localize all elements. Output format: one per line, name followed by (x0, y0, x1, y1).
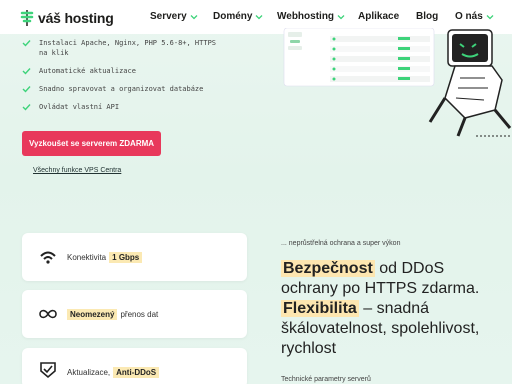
chevron-down-icon (255, 14, 263, 19)
nav-aplikace[interactable]: Aplikace (358, 11, 399, 22)
feature-item: Instalaci Apache, Nginx, PHP 5.6-8+, HTT… (22, 38, 216, 48)
check-icon (22, 40, 31, 47)
tech-params-heading: Technické parametry serverů (281, 376, 371, 383)
feature-text: Snadno spravovat a organizovat databáze (39, 85, 204, 93)
feature-card-transfer: Neomezený přenos dat (22, 290, 247, 338)
feature-item: Snadno spravovat a organizovat databáze (22, 84, 203, 94)
logo[interactable]: váš hosting (20, 9, 114, 27)
chevron-down-icon (337, 14, 345, 19)
nav-servery[interactable]: Servery (150, 11, 198, 22)
card-text: Aktualizace, Anti-DDoS (67, 367, 162, 378)
nav-label: Webhosting (277, 11, 335, 22)
feature-item: Ovládat vlastní API (22, 102, 119, 112)
feature-text: Automatické aktualizace (39, 67, 136, 75)
card-text: Konektivita 1 Gbps (67, 251, 145, 263)
infinity-icon (39, 309, 57, 319)
logo-icon (20, 10, 34, 26)
feature-text: Ovládat vlastní API (39, 103, 120, 111)
check-icon (22, 68, 31, 75)
server-illustration (283, 28, 512, 137)
nav-blog[interactable]: Blog (416, 11, 438, 22)
card-prefix: Konektivita (67, 252, 107, 262)
nav-webhosting[interactable]: Webhosting (277, 11, 345, 22)
feature-text: na klik (39, 49, 69, 57)
keyword-security: Bezpečnost (281, 260, 375, 277)
feature-item: Automatické aktualizace (22, 66, 136, 76)
nav-label: O nás (455, 11, 483, 22)
feature-card-ddos: Aktualizace, Anti-DDoS (22, 348, 247, 384)
chevron-down-icon (190, 14, 198, 19)
logo-text: váš hosting (38, 10, 114, 26)
feature-item-continued: na klik (39, 48, 69, 58)
nav-o-nas[interactable]: O nás (455, 11, 494, 22)
check-icon (22, 104, 31, 111)
feature-text: Instalaci Apache, Nginx, PHP 5.6-8+, HTT… (39, 39, 217, 47)
card-highlight: Anti-DDoS (113, 367, 160, 378)
card-text: Neomezený přenos dat (67, 308, 159, 320)
nav-label: Blog (416, 11, 439, 22)
keyword-flexibility: Flexibilita (281, 300, 359, 317)
vps-features-link[interactable]: Všechny funkce VPS Centra (33, 167, 121, 174)
promo-heading: Bezpečnost od DDoS ochrany po HTTPS zdar… (281, 259, 501, 359)
card-highlight: 1 Gbps (109, 251, 143, 263)
wifi-icon (40, 251, 56, 264)
card-highlight: Neomezený (67, 308, 118, 320)
check-icon (22, 86, 31, 93)
card-suffix: přenos dat (120, 309, 159, 319)
nav-label: Aplikace (358, 11, 400, 22)
card-prefix: Aktualizace, (67, 368, 111, 377)
nav-label: Domény (213, 11, 253, 22)
try-server-free-button[interactable]: Vyzkoušet se serverem ZDARMA (22, 131, 161, 156)
promo-subheading: ... neprůstřelná ochrana a super výkon (281, 240, 401, 247)
shield-icon (40, 362, 56, 379)
feature-card-connectivity: Konektivita 1 Gbps (22, 233, 247, 281)
chevron-down-icon (486, 14, 494, 19)
nav-label: Servery (150, 11, 187, 22)
nav-domeny[interactable]: Domény (213, 11, 263, 22)
